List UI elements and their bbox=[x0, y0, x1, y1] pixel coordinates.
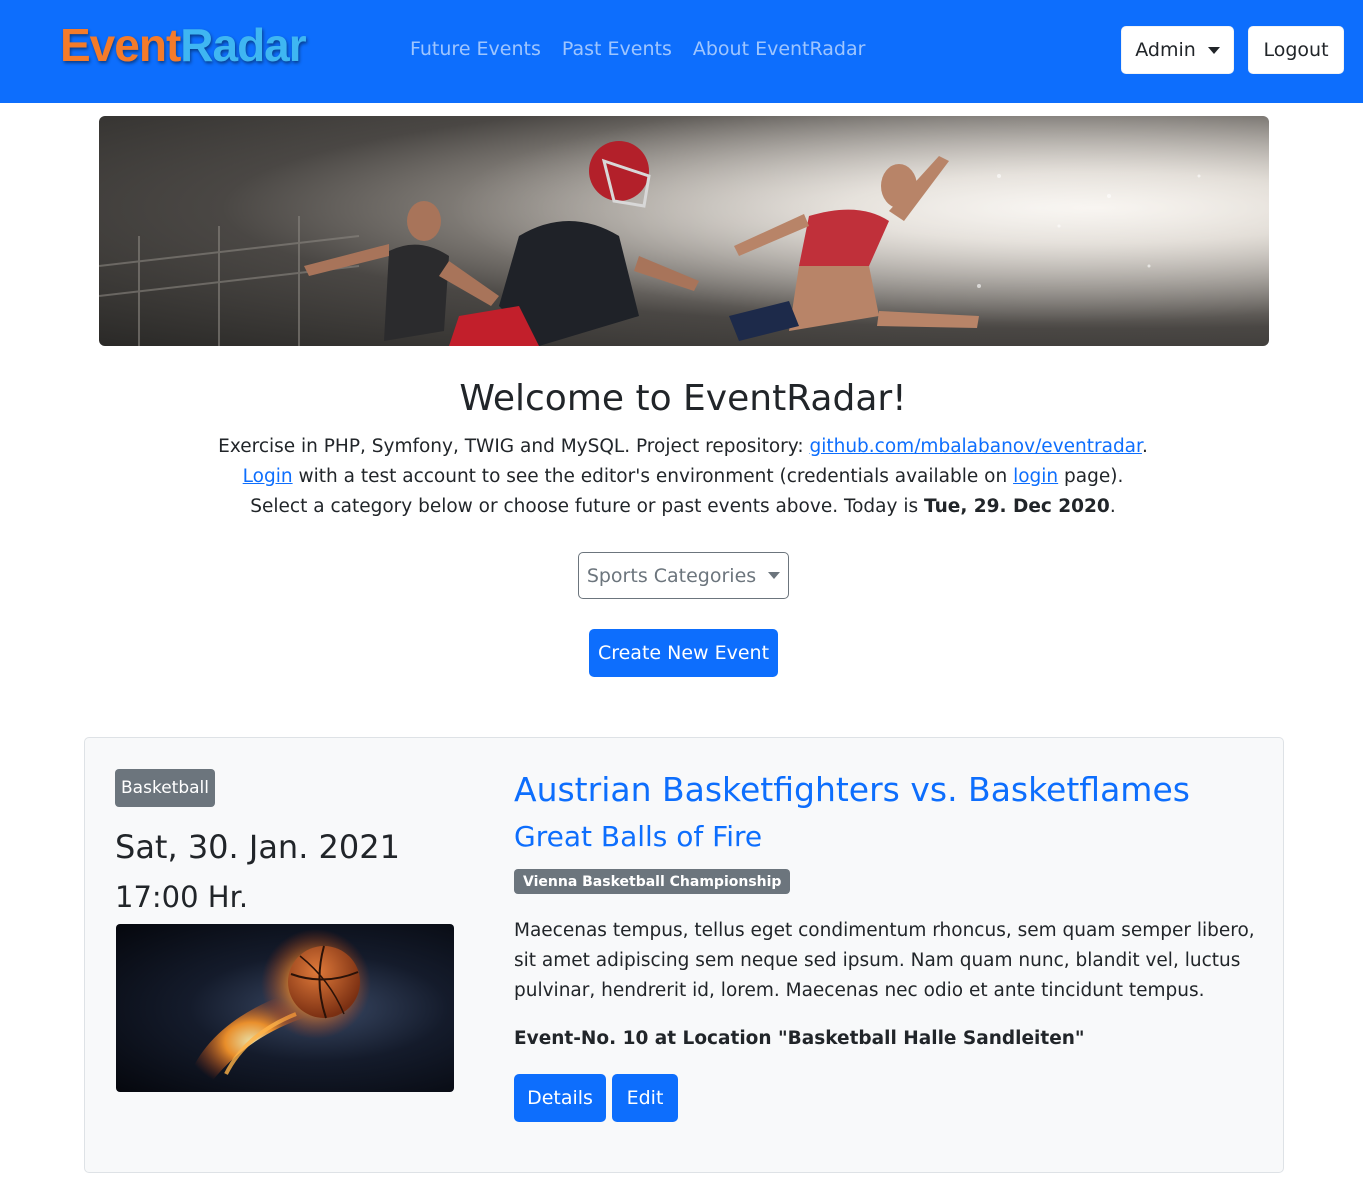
nav-links: Future Events Past Events About EventRad… bbox=[410, 38, 886, 60]
event-time: 17:00 Hr. bbox=[115, 880, 249, 914]
brand-logo-part2: Radar bbox=[180, 19, 306, 71]
intro-text: Select a category below or choose future… bbox=[250, 496, 925, 517]
event-date: Sat, 30. Jan. 2021 bbox=[115, 828, 400, 866]
details-button[interactable]: Details bbox=[514, 1074, 606, 1122]
intro-line-1: Exercise in PHP, Symfony, TWIG and MySQL… bbox=[0, 436, 1363, 457]
intro-text: Exercise in PHP, Symfony, TWIG and MySQL… bbox=[218, 436, 810, 457]
caret-down-icon bbox=[768, 572, 781, 579]
create-new-event-button[interactable]: Create New Event bbox=[589, 629, 778, 677]
page-title: Welcome to EventRadar! bbox=[459, 378, 907, 419]
login-page-link[interactable]: login bbox=[1013, 466, 1058, 487]
login-link[interactable]: Login bbox=[243, 466, 293, 487]
admin-label: Admin bbox=[1135, 39, 1196, 61]
event-image-fire-basketball bbox=[116, 924, 454, 1092]
today-date: Tue, 29. Dec 2020 bbox=[924, 496, 1110, 517]
repository-link[interactable]: github.com/mbalabanov/eventradar bbox=[809, 436, 1141, 457]
category-badge[interactable]: Basketball bbox=[115, 769, 215, 807]
sports-categories-label: Sports Categories bbox=[586, 564, 757, 587]
event-location: Event-No. 10 at Location "Basketball Hal… bbox=[514, 1028, 1085, 1049]
brand-logo[interactable]: EventRadar bbox=[60, 18, 307, 72]
championship-badge: Vienna Basketball Championship bbox=[514, 869, 791, 894]
sports-categories-dropdown[interactable]: Sports Categories bbox=[578, 552, 789, 599]
intro-punct: page). bbox=[1058, 466, 1124, 487]
top-navbar: EventRadar Future Events Past Events Abo… bbox=[0, 0, 1363, 103]
intro-punct: . bbox=[1109, 496, 1116, 517]
admin-dropdown-button[interactable]: Admin bbox=[1121, 26, 1234, 74]
edit-button[interactable]: Edit bbox=[612, 1074, 678, 1122]
intro-punct: . bbox=[1141, 436, 1148, 457]
logout-label: Logout bbox=[1263, 39, 1329, 61]
event-description: Maecenas tempus, tellus eget condimentum… bbox=[514, 920, 1255, 1001]
event-subtitle: Great Balls of Fire bbox=[514, 820, 763, 853]
intro-line-3: Select a category below or choose future… bbox=[0, 496, 1363, 517]
hero-banner-image bbox=[99, 116, 1269, 346]
nav-link-about[interactable]: About EventRadar bbox=[693, 38, 866, 60]
brand-logo-part1: Event bbox=[60, 19, 181, 71]
intro-line-2: Login with a test account to see the edi… bbox=[0, 466, 1363, 487]
caret-down-icon bbox=[1207, 46, 1220, 54]
nav-link-future-events[interactable]: Future Events bbox=[410, 38, 541, 60]
event-title-link[interactable]: Austrian Basketfighters vs. Basketflames bbox=[514, 770, 1190, 809]
nav-link-past-events[interactable]: Past Events bbox=[562, 38, 672, 60]
intro-text: with a test account to see the editor's … bbox=[292, 466, 1014, 487]
logout-button[interactable]: Logout bbox=[1248, 26, 1344, 74]
